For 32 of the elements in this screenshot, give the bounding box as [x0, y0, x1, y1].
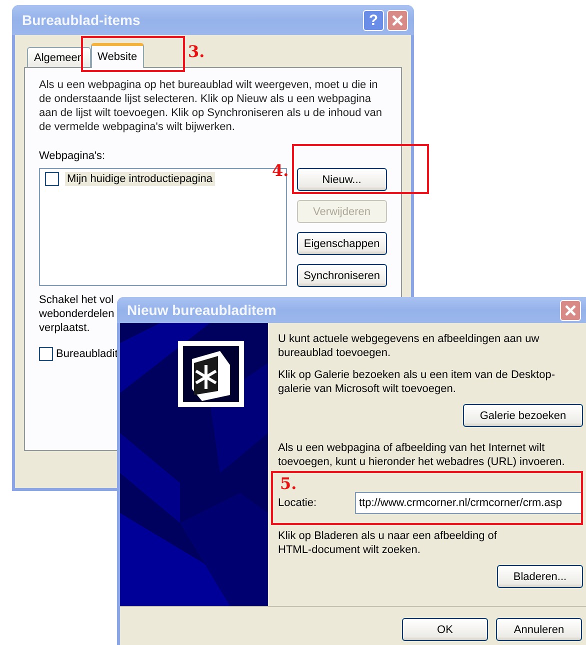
dialog-button[interactable]: Annuleren	[496, 618, 582, 641]
list-label: Webpagina's:	[39, 150, 106, 162]
action-button[interactable]: Eigenschappen	[296, 232, 387, 255]
checkbox[interactable]	[45, 172, 59, 186]
checkbox[interactable]	[39, 347, 53, 361]
description-text: Schakel het vol	[39, 293, 114, 307]
window-title: Bureaublad-items	[22, 12, 140, 28]
step-number: 5.	[280, 476, 297, 492]
instruction-text: Klik op Galerie bezoeken als u een item van de Desktop-galerie van Microsoft wilt toevoegen.	[278, 368, 556, 396]
close-button[interactable]	[387, 10, 408, 30]
instruction-text: Als u een webpagina op het bureaublad wilt weergeven, moet u die in de onderstaande lijst selecteren. Klik op Nieuw als u een webpagina aan de lijst wilt toevoegen. Klik op Synchroniseren als u de inhoud van de vermelde webpagina's wilt bijwerken.	[39, 78, 384, 134]
field-label: Locatie:	[278, 497, 317, 509]
instruction-text: U kunt actuele webgegevens en afbeeldingen aan uw bureaublad toevoegen.	[278, 332, 540, 360]
dialog-button[interactable]: OK	[402, 618, 488, 641]
browse-button[interactable]: Bladeren...	[497, 565, 583, 588]
description-text: webonderdelen	[39, 307, 114, 321]
action-button[interactable]: Synchroniseren	[296, 264, 387, 287]
tab[interactable]: Website	[90, 43, 144, 68]
close-icon	[564, 304, 577, 316]
gallery-button[interactable]: Galerie bezoeken	[463, 404, 583, 427]
list-item[interactable]: Mijn huidige introductiepagina	[65, 172, 215, 186]
location-field[interactable]: ttp://www.crmcorner.nl/crmcorner/crm.asp	[355, 492, 583, 514]
window-title: Nieuw bureaubladitem	[127, 302, 276, 318]
checkbox-label: Bureaubladit	[56, 348, 118, 360]
action-button[interactable]: Nieuw...	[296, 168, 387, 191]
close-icon	[391, 14, 404, 26]
instruction-text: Klik op Bladeren als u naar een afbeelding of HTML-document wilt zoeken.	[278, 529, 498, 557]
close-button[interactable]	[560, 300, 581, 320]
step-number: 3.	[188, 42, 205, 61]
description-text: verplaatst.	[39, 321, 90, 335]
instruction-text: Als u een webpagina of afbeelding van het Internet wilt toevoegen, kunt u hieronder het webadres (URL) invoeren.	[278, 441, 566, 469]
step-number: 4.	[272, 161, 289, 180]
